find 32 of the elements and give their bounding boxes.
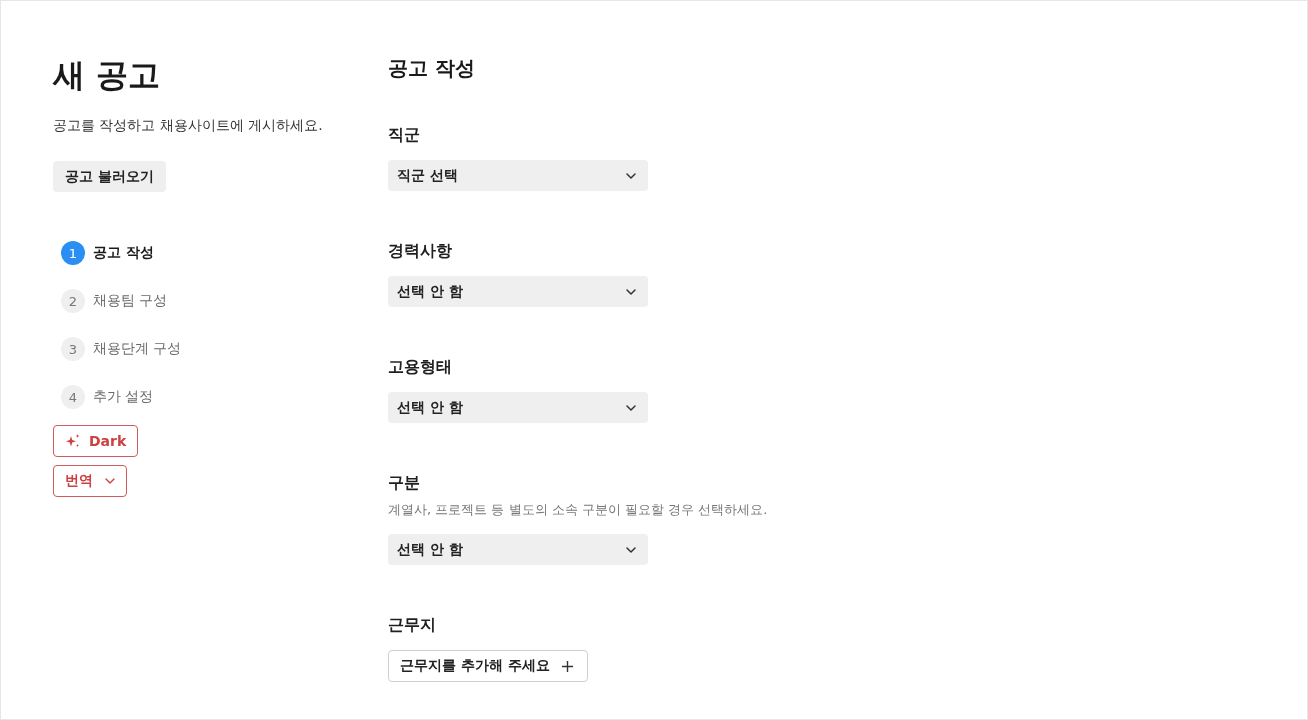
step-label[interactable]: 추가 설정	[93, 388, 154, 406]
select-dropdown[interactable]: 직군 선택	[388, 160, 648, 191]
field-label: 근무지	[388, 614, 436, 636]
chevron-down-icon	[626, 404, 636, 411]
field-description: 계열사, 프로젝트 등 별도의 소속 구분이 필요할 경우 선택하세요.	[388, 501, 768, 519]
field-label: 직군	[388, 124, 420, 146]
step-label[interactable]: 채용단계 구성	[93, 340, 182, 358]
step-number-badge: 3	[61, 337, 85, 361]
dark-mode-button[interactable]: Dark	[53, 425, 139, 457]
plus-icon	[561, 660, 573, 672]
select-dropdown[interactable]: 선택 안 함	[388, 534, 648, 565]
step-label[interactable]: 공고 작성	[93, 244, 154, 262]
select-dropdown[interactable]: 선택 안 함	[388, 276, 648, 307]
sparkle-icon	[65, 433, 81, 449]
add-location-button[interactable]: 근무지를 추가해 주세요	[388, 650, 588, 682]
translate-dropdown-button[interactable]: 번역	[53, 465, 127, 497]
page-subtitle: 공고를 작성하고 채용사이트에 게시하세요.	[53, 116, 323, 135]
form-title: 공고 작성	[388, 55, 475, 82]
step-number-badge: 1	[61, 241, 85, 265]
select-dropdown[interactable]: 선택 안 함	[388, 392, 648, 423]
field-label: 고용형태	[388, 356, 452, 378]
chevron-down-icon	[105, 478, 115, 484]
field-label: 경력사항	[388, 240, 452, 262]
step-number-badge: 2	[61, 289, 85, 313]
step-number-badge: 4	[61, 385, 85, 409]
page-title: 새 공고	[53, 55, 161, 95]
field-label: 구분	[388, 472, 420, 494]
step-label[interactable]: 채용팀 구성	[93, 292, 168, 310]
load-posting-button[interactable]: 공고 불러오기	[53, 161, 166, 192]
chevron-down-icon	[626, 546, 636, 553]
chevron-down-icon	[626, 172, 636, 179]
chevron-down-icon	[626, 288, 636, 295]
